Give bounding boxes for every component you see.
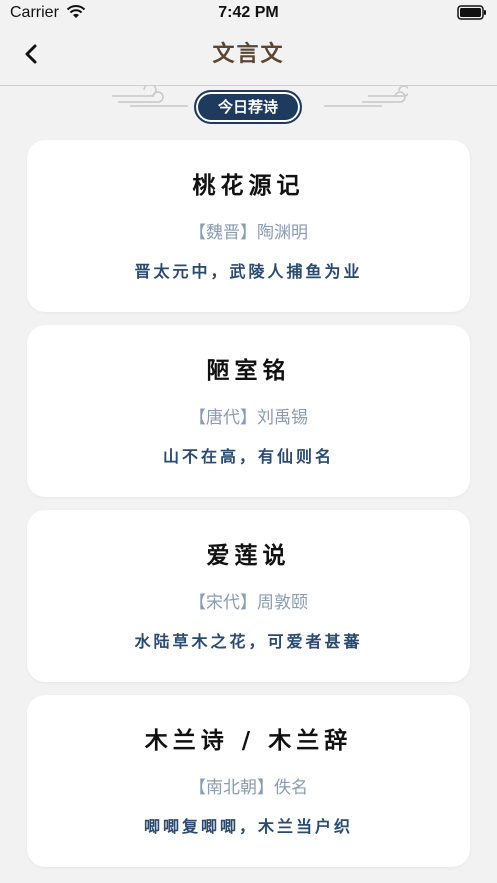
status-time: 7:42 PM [218, 4, 279, 21]
poem-first-line: 唧唧复唧唧，木兰当户织 [143, 817, 353, 836]
poem-meta: 【宋代】周敦颐 [27, 588, 470, 613]
cloud-ornament-right-icon [324, 86, 408, 107]
poem-card[interactable]: 陋室铭 【唐代】刘禹锡 山不在高，有仙则名 [27, 325, 470, 497]
poem-title: 爱莲说 [206, 542, 291, 569]
poem-card[interactable]: 爱莲说 【宋代】周敦颐 水陆草木之花，可爱者甚蕃 [27, 510, 470, 682]
cloud-ornament-left-icon [112, 86, 188, 107]
poem-meta: 【魏晋】陶渊明 [27, 218, 470, 243]
poem-dynasty: 【南北朝】 [189, 778, 274, 798]
poem-meta: 【唐代】刘禹锡 [27, 403, 470, 428]
daily-recommend-banner: 今日荐诗 [0, 86, 497, 130]
poem-dynasty: 【宋代】 [189, 593, 257, 613]
poem-author: 佚名 [274, 778, 308, 798]
page-title: 文言文 [212, 42, 285, 67]
poem-title: 木兰诗 / 木兰辞 [144, 727, 353, 754]
nav-bar: 文言文 [0, 28, 497, 86]
poem-author: 刘禹锡 [257, 408, 308, 428]
battery-icon [457, 5, 486, 20]
poem-title: 陋室铭 [206, 357, 291, 384]
daily-recommend-badge: 今日荐诗 [194, 90, 302, 124]
poem-meta: 【南北朝】佚名 [27, 773, 470, 798]
status-bar: Carrier 7:42 PM [0, 0, 497, 28]
poem-card[interactable]: 木兰诗 / 木兰辞 【南北朝】佚名 唧唧复唧唧，木兰当户织 [27, 695, 470, 867]
poem-card[interactable]: 桃花源记 【魏晋】陶渊明 晋太元中，武陵人捕鱼为业 [27, 140, 470, 312]
poem-first-line: 水陆草木之花，可爱者甚蕃 [134, 632, 363, 651]
poem-dynasty: 【唐代】 [189, 408, 257, 428]
poem-title: 桃花源记 [192, 172, 305, 199]
poem-list: 桃花源记 【魏晋】陶渊明 晋太元中，武陵人捕鱼为业 陋室铭 【唐代】刘禹锡 山不… [27, 140, 470, 880]
poem-first-line: 晋太元中，武陵人捕鱼为业 [134, 262, 363, 281]
poem-author: 陶渊明 [257, 223, 308, 243]
poem-author: 周敦颐 [257, 593, 308, 613]
poem-dynasty: 【魏晋】 [189, 223, 257, 243]
poem-first-line: 山不在高，有仙则名 [162, 447, 334, 466]
